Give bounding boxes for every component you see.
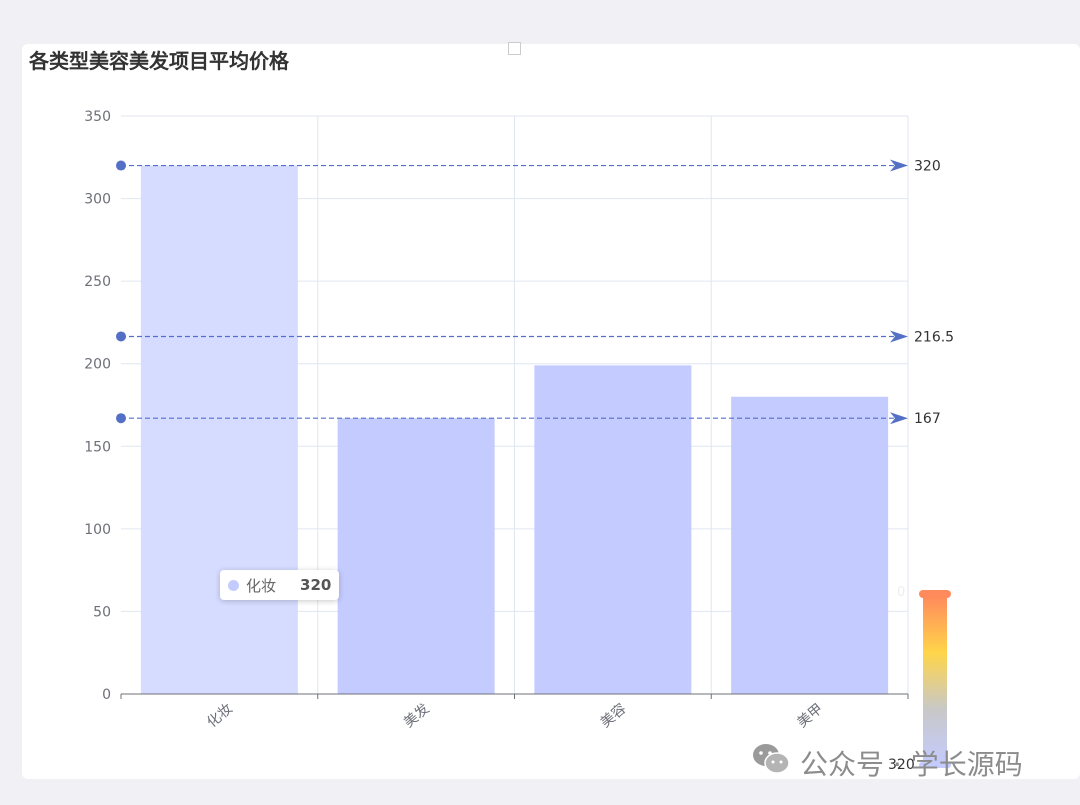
reference-line-label: 320 bbox=[914, 159, 941, 175]
tooltip-value: 320 bbox=[300, 576, 332, 594]
visual-map-handle[interactable] bbox=[919, 590, 951, 598]
x-tick-label: 化妆 bbox=[204, 701, 236, 731]
y-tick-label: 150 bbox=[84, 439, 111, 455]
watermark: 公众号 · 学长源码 bbox=[752, 742, 1023, 783]
x-tick-label: 美容 bbox=[597, 700, 629, 731]
visual-map-bar[interactable] bbox=[923, 596, 947, 766]
reference-line-dot bbox=[116, 160, 126, 171]
y-tick-label: 350 bbox=[84, 109, 111, 125]
watermark-text: 公众号 · 学长源码 bbox=[800, 747, 1023, 781]
y-tick-label: 200 bbox=[84, 357, 111, 373]
y-tick-label: 100 bbox=[84, 522, 111, 538]
bar[interactable] bbox=[731, 396, 889, 694]
reference-line-dot bbox=[116, 331, 126, 342]
tooltip-label: 化妆 bbox=[246, 576, 277, 595]
bar[interactable] bbox=[337, 418, 495, 694]
tooltip: 化妆 320 bbox=[220, 570, 340, 600]
bar[interactable] bbox=[534, 365, 692, 694]
reference-line-label: 216.5 bbox=[914, 329, 954, 345]
visual-map-min-label: 0 bbox=[897, 585, 906, 600]
x-tick-label: 美甲 bbox=[794, 701, 826, 731]
tooltip-dot bbox=[228, 579, 239, 591]
bar-chart: 050100150200250300350化妆 美发 美容 美甲320216.5167 bbox=[84, 109, 954, 768]
bar[interactable] bbox=[140, 165, 298, 695]
y-tick-label: 300 bbox=[84, 192, 111, 208]
y-tick-label: 50 bbox=[93, 604, 111, 620]
y-tick-label: 0 bbox=[102, 687, 111, 703]
x-tick-label: 美发 bbox=[401, 701, 433, 731]
wechat-icon bbox=[752, 742, 790, 783]
reference-line-label: 167 bbox=[914, 411, 941, 427]
reference-line-dot bbox=[116, 413, 126, 424]
y-tick-label: 250 bbox=[84, 274, 111, 290]
